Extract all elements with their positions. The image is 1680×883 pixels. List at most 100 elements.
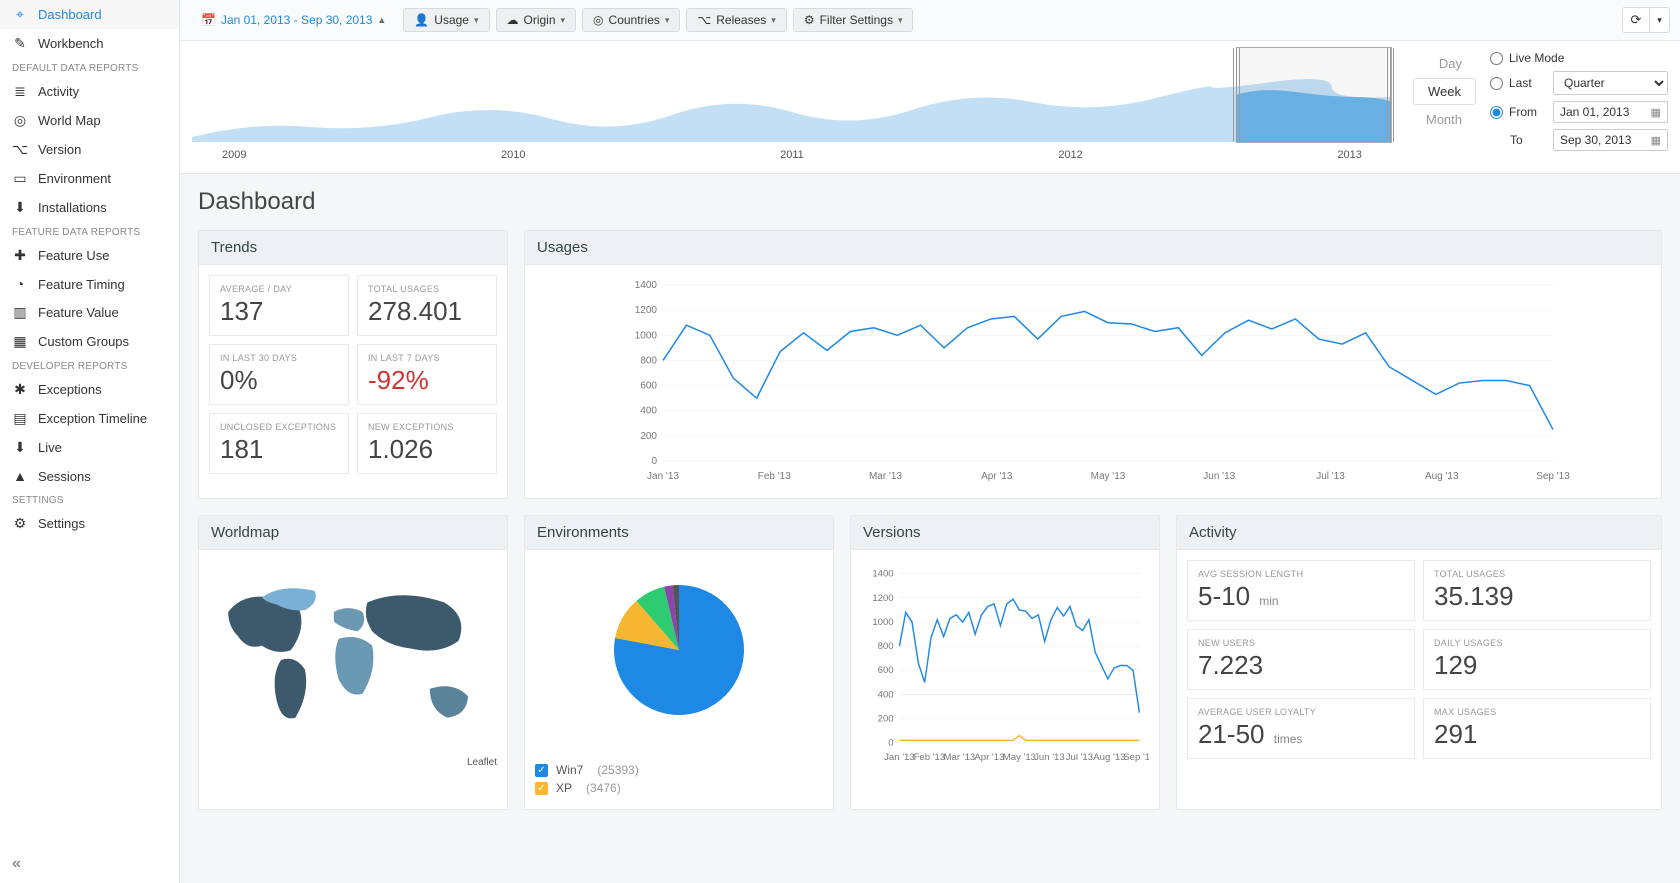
nav-icon: ✚ [12,247,28,264]
granularity-day-button[interactable]: Day [1425,51,1476,76]
from-option[interactable]: From [1490,105,1545,119]
svg-text:May '13: May '13 [1003,752,1036,763]
sidebar-item-feature-value[interactable]: ▥Feature Value [0,298,179,327]
svg-text:Sep '13: Sep '13 [1536,471,1570,482]
last-option[interactable]: Last [1490,76,1545,90]
sidebar-item-sessions[interactable]: ▲Sessions [0,462,179,490]
south-america-shape [275,659,307,719]
content: Dashboard Trends AVERAGE / DAY137TOTAL U… [180,174,1680,834]
kpi-value: 0% [220,365,338,396]
from-radio[interactable] [1490,106,1503,119]
sidebar-item-exceptions[interactable]: ✱Exceptions [0,375,179,404]
map-attribution[interactable]: Leaflet [463,756,501,769]
toolbar-usage-button[interactable]: 👤Usage▾ [403,8,489,32]
sidebar-item-custom-groups[interactable]: ▦Custom Groups [0,327,179,356]
sidebar-section-header: SETTINGS [0,490,179,509]
sidebar-item-world-map[interactable]: ◎World Map [0,106,179,135]
toolbar-icon: ☁ [507,13,519,27]
environments-pie-svg [535,560,823,740]
nav-icon: ⚙ [12,515,28,532]
svg-text:0: 0 [888,738,893,749]
kpi-value: 5-10 min [1198,581,1404,612]
range-handle-left[interactable] [1233,48,1241,142]
usages-chart-svg: 0200400600800100012001400Jan '13Feb '13M… [535,275,1651,485]
toolbar-filter-settings-button[interactable]: ⚙Filter Settings▾ [793,8,914,32]
nav-icon: ▦ [12,333,28,350]
sidebar-section-header: DEFAULT DATA REPORTS [0,58,179,77]
last-select[interactable]: Quarter [1553,71,1668,95]
environments-panel: Environments ✓Win7(25393)✓XP(3476) [524,515,834,810]
svg-text:200: 200 [878,714,894,725]
toolbar-origin-button[interactable]: ☁Origin▾ [496,8,577,32]
range-overview-chart[interactable]: 20092010201120122013 [192,47,1392,161]
svg-text:Jun '13: Jun '13 [1034,752,1065,763]
sidebar-item-exception-timeline[interactable]: ▤Exception Timeline [0,404,179,433]
svg-text:Jun '13: Jun '13 [1203,471,1235,482]
kpi-card: IN LAST 7 DAYS-92% [357,344,497,405]
page-title: Dashboard [198,188,1662,216]
caret-down-icon: ▾ [898,15,903,26]
calendar-icon: ▦ [1651,106,1661,119]
toolbar-releases-button[interactable]: ⌥Releases▾ [686,8,786,32]
svg-text:600: 600 [640,381,657,392]
nav-icon: ◎ [12,112,28,129]
sidebar-section-header: DEVELOPER REPORTS [0,356,179,375]
refresh-button[interactable]: ⟳ [1622,7,1650,33]
svg-text:Jul '13: Jul '13 [1316,471,1345,482]
last-radio[interactable] [1490,77,1503,90]
sidebar-item-label: Dashboard [38,7,102,22]
kpi-value: 35.139 [1434,581,1640,612]
kpi-card: NEW EXCEPTIONS1.026 [357,413,497,474]
versions-chart-svg: 0200400600800100012001400Jan '13Feb '13M… [861,560,1149,770]
legend-checkbox[interactable]: ✓ [535,764,548,777]
svg-text:1400: 1400 [635,280,658,291]
date-range-button[interactable]: 📅 Jan 01, 2013 - Sep 30, 2013 ▲ [190,8,397,32]
granularity-month-button[interactable]: Month [1412,107,1476,132]
range-bar: 20092010201120122013 DayWeekMonth Live M… [180,41,1680,174]
worldmap-svg[interactable] [209,560,497,760]
sidebar-item-installations[interactable]: ⬇Installations [0,193,179,222]
kpi-label: DAILY USAGES [1434,638,1640,648]
kpi-label: MAX USAGES [1434,707,1640,717]
nav-icon: ◔ [12,276,28,292]
kpi-card: TOTAL USAGES278.401 [357,275,497,336]
range-selector[interactable] [1236,47,1392,143]
toolbar-countries-button[interactable]: ◎Countries▾ [582,8,680,32]
versions-panel: Versions 0200400600800100012001400Jan '1… [850,515,1160,810]
asia-shape [366,595,462,650]
sidebar-item-feature-use[interactable]: ✚ Feature Use [0,241,179,270]
sidebar-item-workbench[interactable]: ✎Workbench [0,29,179,58]
refresh-button-group: ⟳ ▾ [1622,7,1670,33]
sidebar-item-environment[interactable]: ▭ Environment [0,164,179,193]
kpi-value: 181 [220,434,338,465]
sidebar-item-live[interactable]: ⬇Live [0,433,179,462]
to-date-input[interactable]: Sep 30, 2013▦ [1553,129,1668,151]
from-date-input[interactable]: Jan 01, 2013▦ [1553,101,1668,123]
refresh-dropdown-button[interactable]: ▾ [1650,7,1670,33]
from-label: From [1509,105,1537,119]
sidebar-collapse-button[interactable]: « [0,845,179,883]
toolbar-button-label: Usage [434,13,469,27]
nav-icon: ▭ [12,170,28,187]
legend-item[interactable]: ✓XP(3476) [535,781,823,795]
sidebar-item-feature-timing[interactable]: ◔Feature Timing [0,270,179,298]
svg-text:Aug '13: Aug '13 [1093,752,1125,763]
sidebar-item-activity[interactable]: ≣Activity [0,77,179,106]
sidebar-item-settings[interactable]: ⚙Settings [0,509,179,538]
legend-checkbox[interactable]: ✓ [535,782,548,795]
granularity-week-button[interactable]: Week [1413,78,1476,105]
sidebar-item-version[interactable]: ⌥Version [0,135,179,164]
live-mode-label: Live Mode [1509,51,1564,65]
svg-text:Apr '13: Apr '13 [974,752,1004,763]
sidebar-item-dashboard[interactable]: ⌖Dashboard [0,0,179,29]
live-mode-option[interactable]: Live Mode [1490,51,1668,65]
sidebar-item-label: Environment [38,171,111,186]
sidebar-item-label: Feature Use [38,248,110,263]
kpi-label: AVG SESSION LENGTH [1198,569,1404,579]
legend-item[interactable]: ✓Win7(25393) [535,763,823,777]
live-mode-radio[interactable] [1490,52,1503,65]
caret-down-icon: ▾ [771,15,776,26]
range-handle-right[interactable] [1387,48,1395,142]
main: 📅 Jan 01, 2013 - Sep 30, 2013 ▲ 👤Usage▾ ☁… [180,0,1680,883]
date-range-label: Jan 01, 2013 - Sep 30, 2013 [221,13,372,27]
